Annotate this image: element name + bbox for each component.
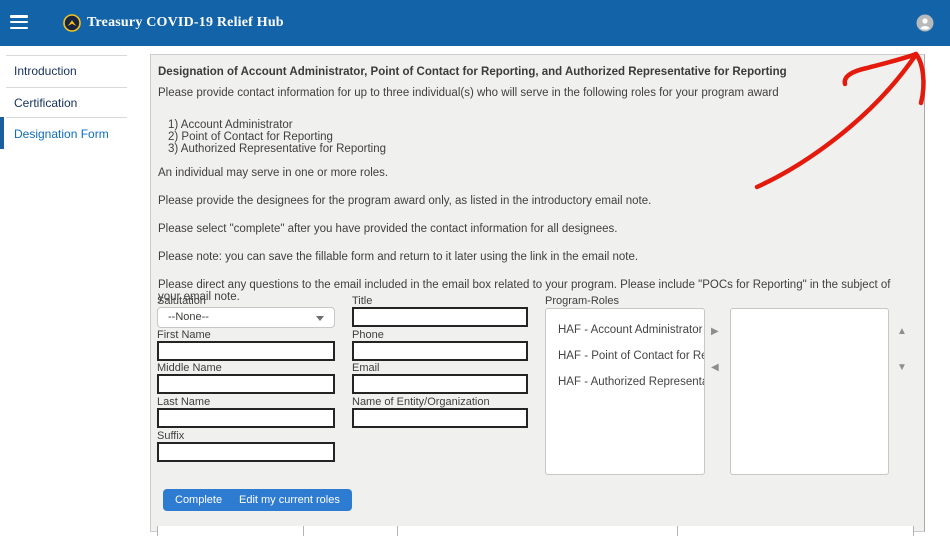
first-name-field[interactable]	[157, 341, 335, 361]
salutation-select[interactable]: --None--	[157, 307, 335, 328]
sidebar-item-certification[interactable]: Certification	[14, 96, 129, 110]
note-paragraph: An individual may serve in one or more r…	[158, 167, 913, 179]
title-field[interactable]	[352, 307, 528, 327]
picklist-option[interactable]: HAF - Point of Contact for Reporting	[546, 343, 704, 369]
sidebar-divider	[6, 55, 127, 56]
app-title: Treasury COVID-19 Relief Hub	[87, 15, 284, 31]
salutation-value: --None--	[168, 311, 209, 323]
picklist-option[interactable]: HAF - Account Administrator	[546, 317, 704, 343]
email-field[interactable]	[352, 374, 528, 394]
title-label: Title	[352, 295, 372, 307]
sidebar-divider	[6, 117, 127, 118]
suffix-label: Suffix	[157, 430, 184, 442]
sidebar-item-introduction[interactable]: Introduction	[14, 64, 129, 78]
move-left-icon[interactable]: ◀	[711, 363, 719, 373]
move-down-icon[interactable]: ▼	[897, 363, 907, 373]
salutation-label: Salutation	[157, 295, 206, 307]
user-avatar-icon[interactable]	[916, 14, 934, 32]
results-table-top-edge	[157, 526, 914, 536]
phone-field[interactable]	[352, 341, 528, 361]
picklist-option[interactable]: HAF - Authorized Representative fo...	[546, 369, 704, 395]
role-list-item-2: 2) Point of Contact for Reporting	[168, 131, 333, 143]
intro-text: Please provide contact information for u…	[158, 87, 913, 99]
program-roles-label: Program-Roles	[545, 295, 619, 307]
sidebar-divider	[6, 87, 127, 88]
first-name-label: First Name	[157, 329, 211, 341]
move-right-icon[interactable]: ▶	[711, 327, 719, 337]
entity-field[interactable]	[352, 408, 528, 428]
complete-button[interactable]: Complete	[163, 489, 234, 511]
app-header: Treasury COVID-19 Relief Hub	[0, 0, 950, 46]
note-paragraph: Please note: you can save the fillable f…	[158, 251, 913, 263]
role-list-item-3: 3) Authorized Representative for Reporti…	[168, 143, 386, 155]
suffix-field[interactable]	[157, 442, 335, 462]
hamburger-menu-icon[interactable]	[10, 15, 28, 30]
phone-label: Phone	[352, 329, 384, 341]
edit-roles-button[interactable]: Edit my current roles	[227, 489, 352, 511]
middle-name-field[interactable]	[157, 374, 335, 394]
sidebar-item-designation-form[interactable]: Designation Form	[14, 127, 129, 141]
page-title: Designation of Account Administrator, Po…	[158, 66, 913, 78]
note-paragraph: Please select "complete" after you have …	[158, 223, 913, 235]
note-paragraph: Please direct any questions to the email…	[158, 279, 913, 303]
treasury-logo-icon	[63, 14, 81, 32]
role-list-item-1: 1) Account Administrator	[168, 119, 293, 131]
middle-name-label: Middle Name	[157, 362, 222, 374]
last-name-field[interactable]	[157, 408, 335, 428]
program-roles-chosen-listbox[interactable]	[730, 308, 889, 475]
entity-label: Name of Entity/Organization	[352, 396, 490, 408]
email-label: Email	[352, 362, 380, 374]
last-name-label: Last Name	[157, 396, 210, 408]
active-item-indicator	[0, 117, 4, 149]
note-paragraph: Please provide the designees for the pro…	[158, 195, 913, 207]
move-up-icon[interactable]: ▲	[897, 327, 907, 337]
program-roles-available-listbox[interactable]: HAF - Account Administrator HAF - Point …	[545, 308, 705, 475]
chevron-down-icon	[316, 316, 324, 321]
